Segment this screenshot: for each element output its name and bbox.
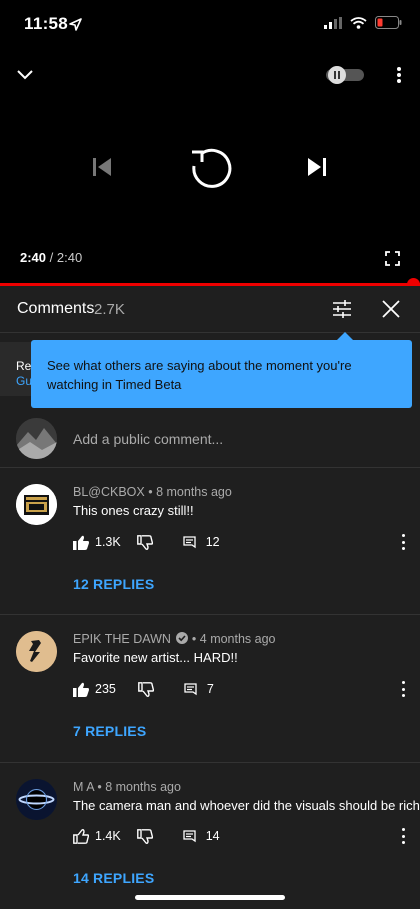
comment-meta: EPIK THE DAWN • 4 months ago (73, 632, 276, 646)
comment-actions: 1.4K 14 (73, 826, 220, 846)
comment-author[interactable]: EPIK THE DAWN (73, 632, 171, 646)
like-button[interactable]: 235 (73, 682, 116, 697)
view-replies-button[interactable]: 7 REPLIES (73, 723, 146, 739)
previous-video-icon[interactable] (88, 153, 116, 181)
comment-age: 8 months ago (105, 780, 181, 794)
reply-comment-icon (184, 682, 197, 695)
thumbs-up-filled-icon (73, 682, 89, 697)
reply-comment-icon (183, 829, 196, 842)
timed-comments-tooltip[interactable]: See what others are saying about the mom… (31, 340, 412, 408)
sort-filter-icon[interactable] (332, 300, 354, 320)
comment-author-avatar[interactable] (16, 484, 57, 525)
comment-item: EPIK THE DAWN • 4 months ago Favorite ne… (0, 615, 420, 763)
status-indicators (324, 16, 402, 29)
add-comment-row[interactable]: Add a public comment... (0, 410, 420, 468)
comments-count: 2.7K (94, 301, 125, 318)
next-video-icon[interactable] (303, 153, 331, 181)
reply-count: 14 (205, 829, 220, 843)
time-separator: / (49, 250, 54, 265)
comment-author-avatar[interactable] (16, 779, 57, 820)
comment-actions: 235 7 (73, 679, 214, 699)
fullscreen-icon[interactable] (382, 248, 402, 268)
comment-more-icon[interactable] (400, 828, 406, 844)
comment-age: 8 months ago (156, 485, 232, 499)
comment-text: Favorite new artist... HARD!! (73, 650, 238, 665)
more-options-icon[interactable] (392, 64, 406, 86)
like-count: 1.4K (95, 829, 121, 843)
collapse-chevron-icon[interactable] (14, 64, 36, 86)
add-comment-input[interactable]: Add a public comment... (73, 431, 223, 447)
view-replies-button[interactable]: 14 REPLIES (73, 870, 154, 886)
comment-more-icon[interactable] (400, 534, 406, 550)
reply-button[interactable]: 12 (183, 535, 220, 549)
verified-badge-icon (176, 632, 189, 644)
location-arrow-icon (69, 18, 82, 31)
comment-item: M A • 8 months ago The camera man and wh… (0, 763, 420, 909)
thumbs-down-icon (137, 681, 154, 697)
comments-title: Comments (17, 300, 95, 317)
autoplay-toggle[interactable] (325, 64, 365, 86)
thumbs-up-icon (73, 828, 89, 844)
comment-more-icon[interactable] (400, 681, 406, 697)
current-time: 2:40 (20, 250, 47, 265)
reply-comment-icon (183, 535, 196, 548)
comment-author-avatar[interactable] (16, 631, 57, 672)
reply-count: 12 (205, 535, 220, 549)
comment-author[interactable]: M A (73, 780, 94, 794)
comment-meta: M A • 8 months ago (73, 780, 181, 794)
thumbs-up-filled-icon (73, 535, 89, 550)
comment-item: BL@CKBOX • 8 months ago This ones crazy … (0, 468, 420, 615)
comment-text: The camera man and whoever did the visua… (73, 798, 420, 813)
comment-age: 4 months ago (199, 632, 276, 646)
reply-button[interactable]: 7 (184, 682, 214, 696)
dislike-button[interactable] (136, 828, 153, 844)
wifi-icon (350, 16, 367, 29)
battery-low-icon (375, 16, 402, 29)
timed-row-link: Gu (16, 374, 33, 388)
timed-row-label: Re (16, 359, 32, 373)
thumbs-down-icon (136, 534, 153, 550)
comments-header: Comments 2.7K (0, 286, 420, 333)
dislike-button[interactable] (136, 534, 153, 550)
dislike-button[interactable] (137, 681, 154, 697)
tooltip-arrow (337, 332, 353, 340)
comment-actions: 1.3K 12 (73, 532, 220, 552)
like-button[interactable]: 1.4K (73, 828, 121, 844)
reply-count: 7 (206, 682, 214, 696)
duration: 2:40 (56, 250, 83, 265)
status-bar: 11:58 (0, 0, 420, 50)
home-indicator[interactable] (135, 895, 285, 900)
like-count: 235 (95, 682, 116, 696)
cellular-signal-icon (324, 16, 342, 29)
reply-button[interactable]: 14 (183, 829, 220, 843)
comment-text: This ones crazy still!! (73, 503, 194, 518)
video-player[interactable]: 2:40 / 2:40 (0, 50, 420, 285)
view-replies-button[interactable]: 12 REPLIES (73, 576, 154, 592)
time-display: 2:40 / 2:40 (20, 250, 82, 265)
comment-meta: BL@CKBOX • 8 months ago (73, 485, 232, 499)
comment-author[interactable]: BL@CKBOX (73, 485, 145, 499)
status-time: 11:58 (24, 14, 69, 33)
replay-icon[interactable] (184, 142, 236, 194)
close-icon[interactable] (381, 299, 403, 321)
like-button[interactable]: 1.3K (73, 535, 121, 550)
user-avatar (16, 418, 57, 459)
thumbs-down-icon (136, 828, 153, 844)
like-count: 1.3K (95, 535, 121, 549)
